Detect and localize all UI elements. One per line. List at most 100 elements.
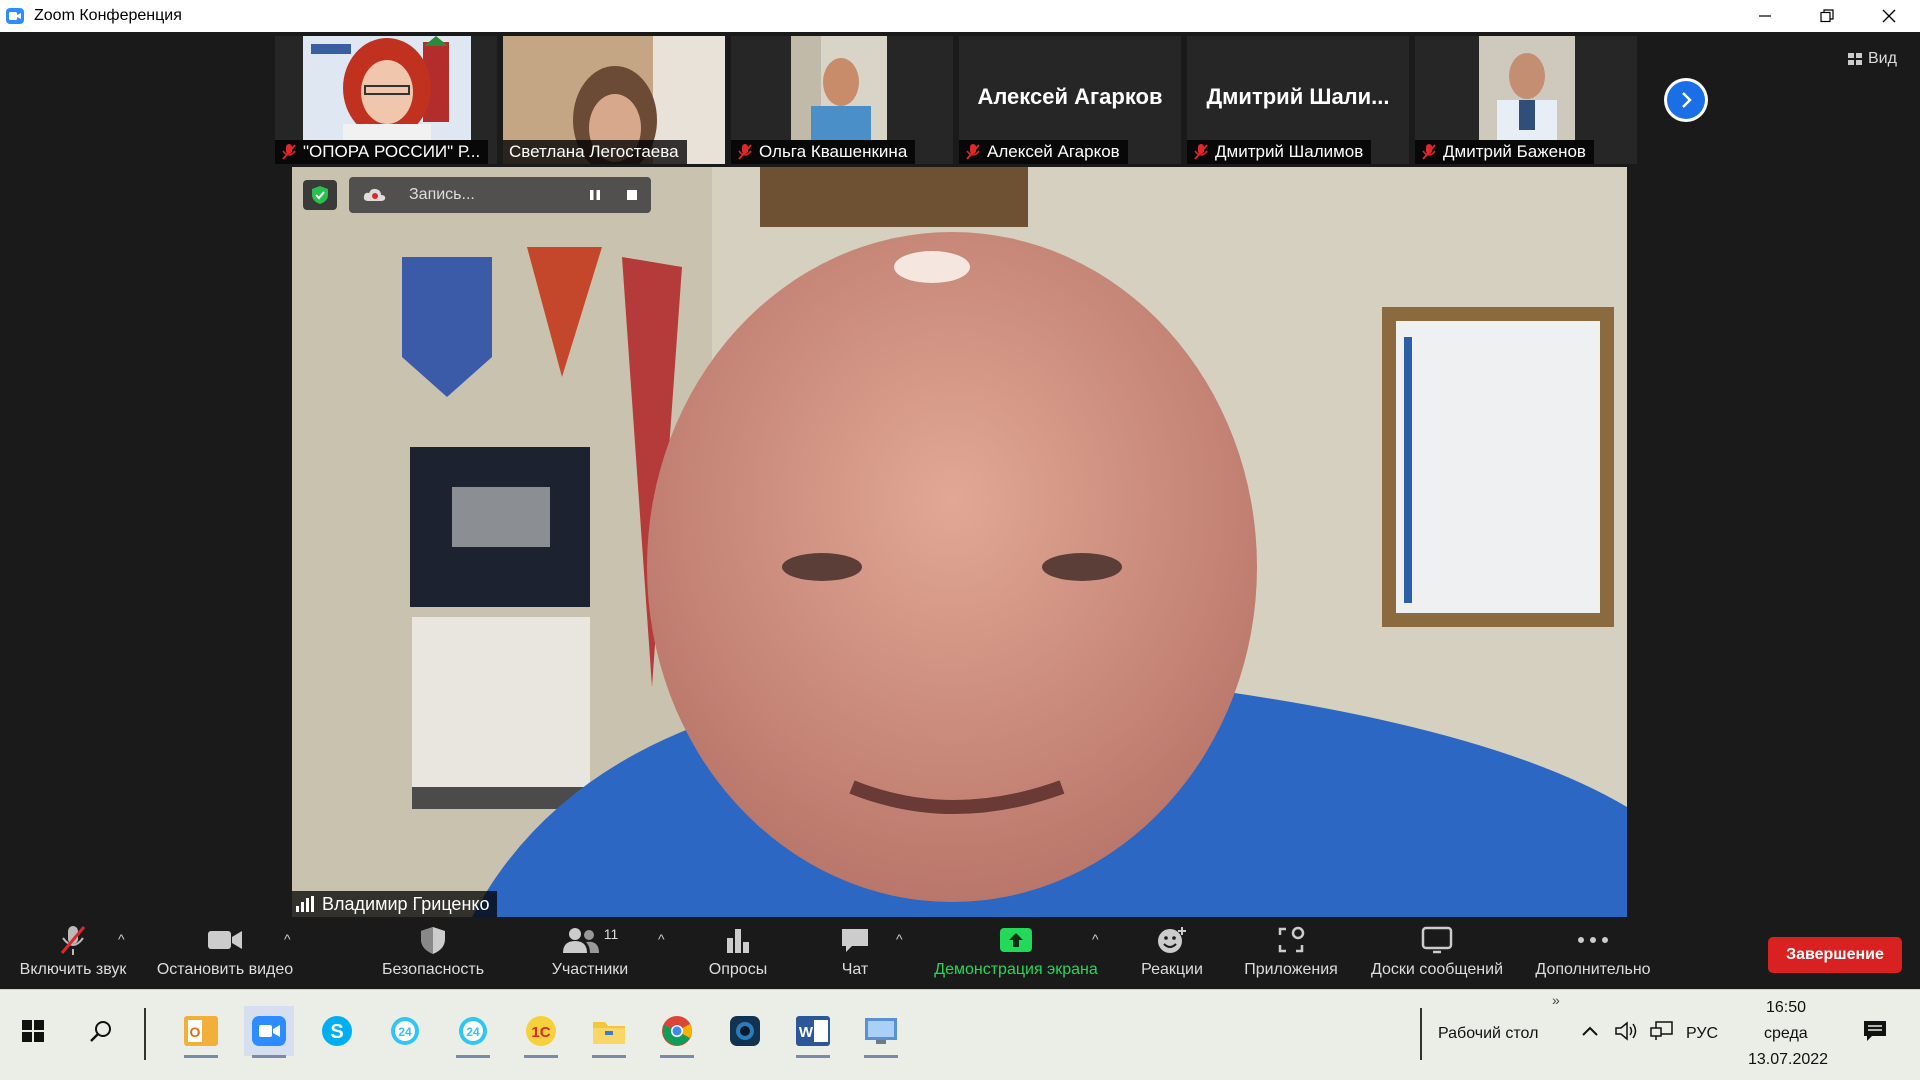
windows-start-button[interactable]	[8, 1006, 58, 1056]
shield-check-icon	[312, 186, 328, 204]
view-button[interactable]: Вид	[1848, 50, 1897, 68]
whiteboard-icon	[1421, 926, 1453, 954]
notifications-icon	[1864, 1021, 1886, 1041]
chevron-up-icon	[1582, 1026, 1598, 1036]
participants-options-caret[interactable]: ^	[658, 931, 665, 947]
more-button[interactable]: Дополнительно	[1528, 923, 1658, 983]
clock-weekday[interactable]: среда	[1764, 1025, 1808, 1043]
taskbar-1c[interactable]: 1C	[516, 1006, 566, 1058]
1c-app-icon: 1C	[526, 1016, 556, 1046]
apps-label: Приложения	[1244, 961, 1338, 978]
gallery-next-page-button[interactable]	[1664, 78, 1708, 122]
taskbar-separator	[1420, 1008, 1422, 1060]
taskbar-bitrix24-b[interactable]: 24	[448, 1006, 498, 1058]
security-button[interactable]: Безопасность	[378, 923, 488, 983]
stop-recording-button[interactable]	[617, 180, 647, 210]
audio-options-caret[interactable]: ^	[118, 931, 125, 947]
encryption-shield-button[interactable]	[303, 180, 337, 210]
mic-muted-icon	[966, 144, 980, 160]
video-options-caret[interactable]: ^	[284, 931, 291, 947]
view-label: Вид	[1868, 50, 1897, 67]
participant-nameplate: Светлана Легостаева	[503, 140, 687, 164]
pause-recording-button[interactable]	[580, 180, 610, 210]
action-center-button[interactable]	[1850, 1006, 1900, 1056]
taskbar-remote-desktop[interactable]	[856, 1006, 906, 1058]
polls-button[interactable]: Опросы	[698, 923, 778, 983]
share-screen-button[interactable]: Демонстрация экрана	[926, 923, 1106, 983]
remote-desktop-icon	[865, 1018, 897, 1044]
participant-tile[interactable]: Ольга Квашенкина	[731, 36, 953, 164]
clock-time[interactable]: 16:50	[1766, 999, 1806, 1017]
speaker-volume-icon	[1615, 1021, 1637, 1041]
participant-display-name: Алексей Агарков	[977, 84, 1163, 109]
participant-tile[interactable]: "ОПОРА РОССИИ" Р...	[275, 36, 497, 164]
whiteboards-label: Доски сообщений	[1370, 961, 1504, 978]
more-label: Дополнительно	[1535, 961, 1651, 978]
taskbar-camera-app[interactable]	[720, 1006, 770, 1056]
running-indicator	[524, 1055, 558, 1058]
taskbar-skype[interactable]: S	[312, 1006, 362, 1056]
svg-text:S: S	[330, 1021, 343, 1043]
restore-button[interactable]	[1796, 0, 1858, 32]
participant-video	[1479, 36, 1575, 140]
chat-label: Чат	[841, 961, 869, 978]
participant-tile[interactable]: Светлана Легостаева	[503, 36, 725, 164]
stop-video-button[interactable]: Остановить видео	[150, 923, 300, 983]
participants-button[interactable]: 11 Участники	[540, 923, 640, 983]
taskbar-separator	[144, 1008, 146, 1060]
participant-tile[interactable]: Дмитрий Баженов	[1415, 36, 1637, 164]
end-meeting-button[interactable]: Завершение	[1768, 937, 1902, 973]
volume-button[interactable]	[1608, 1006, 1644, 1056]
participant-tile[interactable]: Дмитрий Шали... Дмитрий Шалимов	[1187, 36, 1409, 164]
chat-button[interactable]: Чат	[820, 923, 890, 983]
connection-signal-icon	[296, 896, 314, 912]
recording-indicator: Запись...	[349, 177, 651, 213]
participant-nameplate: Ольга Квашенкина	[731, 140, 916, 164]
show-hidden-icons-button[interactable]	[1572, 1006, 1608, 1056]
taskbar-bitrix24-a[interactable]: 24	[380, 1006, 430, 1056]
close-button[interactable]	[1858, 0, 1920, 32]
desktop-toolbar-label[interactable]: Рабочий стол	[1438, 1025, 1538, 1043]
taskbar-zoom[interactable]	[244, 1006, 294, 1058]
unmute-button[interactable]: Включить звук	[12, 923, 134, 983]
participant-name: Алексей Агарков	[987, 142, 1120, 161]
minimize-button[interactable]	[1734, 0, 1796, 32]
share-options-caret[interactable]: ^	[1092, 931, 1099, 947]
participant-display-name: Дмитрий Шали...	[1206, 84, 1390, 109]
whiteboards-button[interactable]: Доски сообщений	[1364, 923, 1510, 983]
running-indicator	[592, 1055, 626, 1058]
recording-label: Запись...	[409, 186, 475, 203]
chat-options-caret[interactable]: ^	[896, 931, 903, 947]
network-button[interactable]	[1644, 1006, 1680, 1056]
reactions-button[interactable]: Реакции	[1130, 923, 1214, 983]
bitrix24-icon: 24	[459, 1017, 487, 1045]
video-camera-icon	[208, 931, 242, 949]
active-speaker-video: Владимир Гриценко	[292, 167, 1627, 917]
participant-gallery: "ОПОРА РОССИИ" Р... Светлана Легостаева	[275, 36, 1637, 164]
pause-icon	[590, 190, 600, 200]
input-language-indicator[interactable]: РУС	[1686, 1025, 1718, 1043]
title-bar: Zoom Конференция	[0, 0, 1920, 32]
close-icon	[1882, 9, 1896, 23]
unmute-label: Включить звук	[19, 961, 127, 978]
reaction-smiley-icon	[1158, 927, 1186, 953]
chevrons-up-icon[interactable]: »	[1552, 992, 1560, 1008]
participant-tile[interactable]: Алексей Агарков Алексей Агарков	[959, 36, 1181, 164]
word-icon: W	[796, 1016, 830, 1046]
security-label: Безопасность	[381, 961, 485, 978]
participant-name: Ольга Квашенкина	[759, 142, 908, 161]
speaker-name: Владимир Гриценко	[322, 893, 490, 914]
mic-muted-icon	[60, 926, 86, 955]
taskbar-word[interactable]: W	[788, 1006, 838, 1058]
apps-button[interactable]: Приложения	[1236, 923, 1346, 983]
taskbar-file-explorer[interactable]	[584, 1006, 634, 1058]
taskbar-chrome[interactable]	[652, 1006, 702, 1058]
network-ethernet-icon	[1650, 1021, 1673, 1040]
mic-muted-icon	[738, 144, 752, 160]
outlook-icon: O	[184, 1016, 218, 1046]
svg-text:24: 24	[398, 1025, 412, 1039]
taskbar-outlook[interactable]: O	[176, 1006, 226, 1058]
participant-image	[303, 36, 471, 140]
taskbar-search-button[interactable]	[76, 1006, 126, 1056]
clock-date[interactable]: 13.07.2022	[1748, 1051, 1828, 1069]
